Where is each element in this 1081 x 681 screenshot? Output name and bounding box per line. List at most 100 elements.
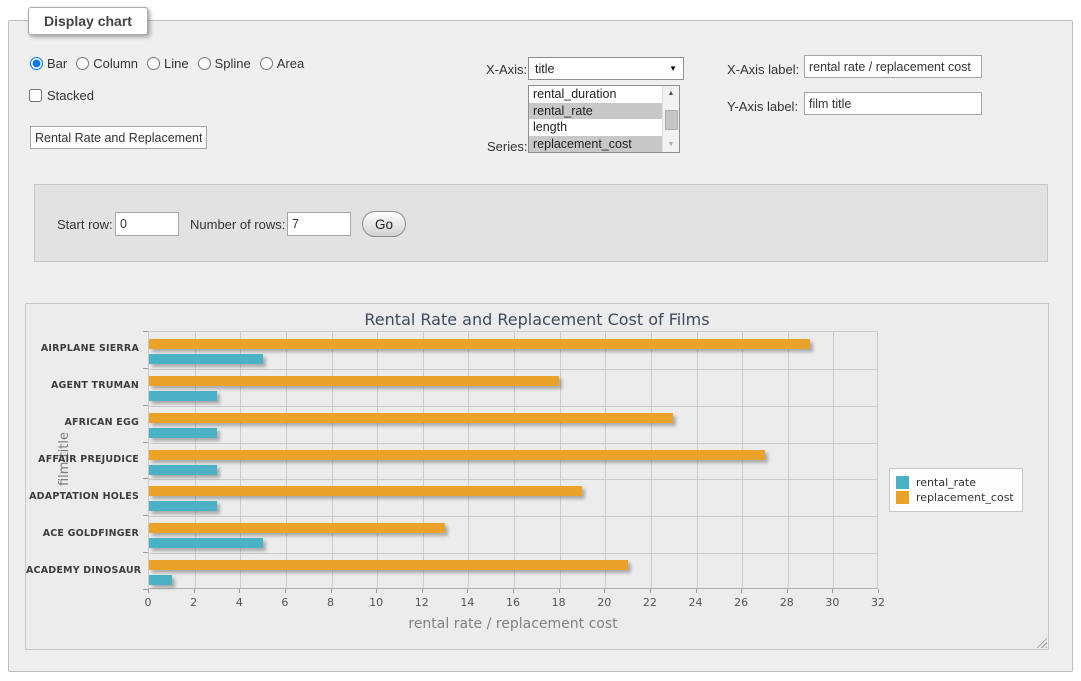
gridline-v [742,332,743,588]
num-rows-input[interactable] [287,212,351,236]
gridline-v [788,332,789,588]
gridline-h [149,406,877,407]
bar-rental_rate [149,575,172,585]
bar-rental_rate [149,391,217,401]
bar-rental_rate [149,354,263,364]
bar-replacement_cost [149,523,445,533]
chart-type-radio[interactable] [147,57,160,70]
gridline-v [833,332,834,588]
series-option[interactable]: replacement_cost [529,136,662,153]
chart-type-label: Spline [215,56,251,71]
scroll-up-icon[interactable]: ▲ [663,86,679,101]
chart-title-input[interactable] [30,126,207,149]
stacked-checkbox[interactable] [29,89,42,102]
legend-item: replacement_cost [896,491,1014,504]
resize-grip-icon[interactable] [1034,635,1047,648]
x-tick-mark [650,589,651,593]
chart-legend: rental_rate replacement_cost [889,468,1023,512]
x-tick-label: 18 [544,596,574,609]
category-label: ACADEMY DINOSAUR [26,565,139,576]
x-axis-title: rental rate / replacement cost [148,616,878,632]
legend-swatch-rental_rate [896,476,909,489]
x-tick-label: 32 [863,596,893,609]
chart-type-option-bar[interactable]: Bar [30,56,67,71]
series-option[interactable]: rental_rate [529,103,662,120]
series-option[interactable]: length [529,119,662,136]
x-tick-label: 22 [635,596,665,609]
chart-type-radio[interactable] [260,57,273,70]
x-tick-mark [559,589,560,593]
x-tick-label: 20 [589,596,619,609]
chart-type-option-area[interactable]: Area [260,56,304,71]
bar-rental_rate [149,428,217,438]
series-listbox[interactable]: rental_durationrental_ratelengthreplacem… [528,85,680,153]
chart-type-option-line[interactable]: Line [147,56,189,71]
gridline-v [468,332,469,588]
gridline-v [514,332,515,588]
fieldset-title: Display chart [28,7,148,35]
x-axis-selected-value: title [535,62,554,76]
bar-replacement_cost [149,560,628,570]
category-label: AFRICAN EGG [26,417,139,428]
x-tick-mark [467,589,468,593]
x-axis-select[interactable]: title ▼ [528,57,684,80]
x-tick-mark [604,589,605,593]
start-row-input[interactable] [115,212,179,236]
x-tick-mark [741,589,742,593]
bar-replacement_cost [149,413,673,423]
scrollbar-thumb[interactable] [665,110,678,130]
chart-type-option-spline[interactable]: Spline [198,56,251,71]
chart-container: Rental Rate and Replacement Cost of Film… [25,303,1049,650]
x-tick-label: 10 [361,596,391,609]
bar-replacement_cost [149,339,810,349]
gridline-v [605,332,606,588]
y-tick-mark [143,331,148,332]
x-tick-label: 14 [452,596,482,609]
gridline-v [651,332,652,588]
y-tick-mark [143,515,148,516]
y-axis-label-input[interactable] [804,92,982,115]
category-label: AFFAIR PREJUDICE [26,454,139,465]
stacked-option[interactable]: Stacked [29,88,94,103]
stacked-label: Stacked [47,88,94,103]
x-axis-label-input[interactable] [804,55,982,78]
gridline-v [286,332,287,588]
rows-toolbar [34,184,1048,262]
x-axis-select-label: X-Axis: [486,62,527,77]
x-tick-label: 12 [407,596,437,609]
start-row-label: Start row: [57,217,113,232]
gridline-v [423,332,424,588]
x-tick-mark [878,589,879,593]
x-tick-label: 30 [817,596,847,609]
go-button[interactable]: Go [362,211,406,237]
series-option[interactable]: rental_duration [529,86,662,103]
bar-rental_rate [149,465,217,475]
y-tick-mark [143,368,148,369]
x-tick-mark [696,589,697,593]
x-tick-label: 0 [133,596,163,609]
gridline-h [149,553,877,554]
y-tick-mark [143,478,148,479]
bar-rental_rate [149,538,263,548]
chart-type-radio[interactable] [198,57,211,70]
x-tick-mark [331,589,332,593]
bar-replacement_cost [149,376,559,386]
series-listbox-scrollbar[interactable]: ▲ ▼ [662,86,679,152]
chart-type-radio[interactable] [76,57,89,70]
gridline-v [377,332,378,588]
scroll-down-icon[interactable]: ▼ [663,137,679,152]
y-tick-mark [143,589,148,590]
chart-type-label: Bar [47,56,67,71]
chart-type-radio[interactable] [30,57,43,70]
x-tick-label: 28 [772,596,802,609]
gridline-h [149,479,877,480]
chart-type-option-column[interactable]: Column [76,56,138,71]
x-tick-label: 4 [224,596,254,609]
gridline-v [697,332,698,588]
legend-item: rental_rate [896,476,1014,489]
category-label: AIRPLANE SIERRA [26,343,139,354]
gridline-v [332,332,333,588]
series-listbox-label: Series: [487,139,527,154]
bar-replacement_cost [149,486,582,496]
legend-label: rental_rate [916,476,976,489]
